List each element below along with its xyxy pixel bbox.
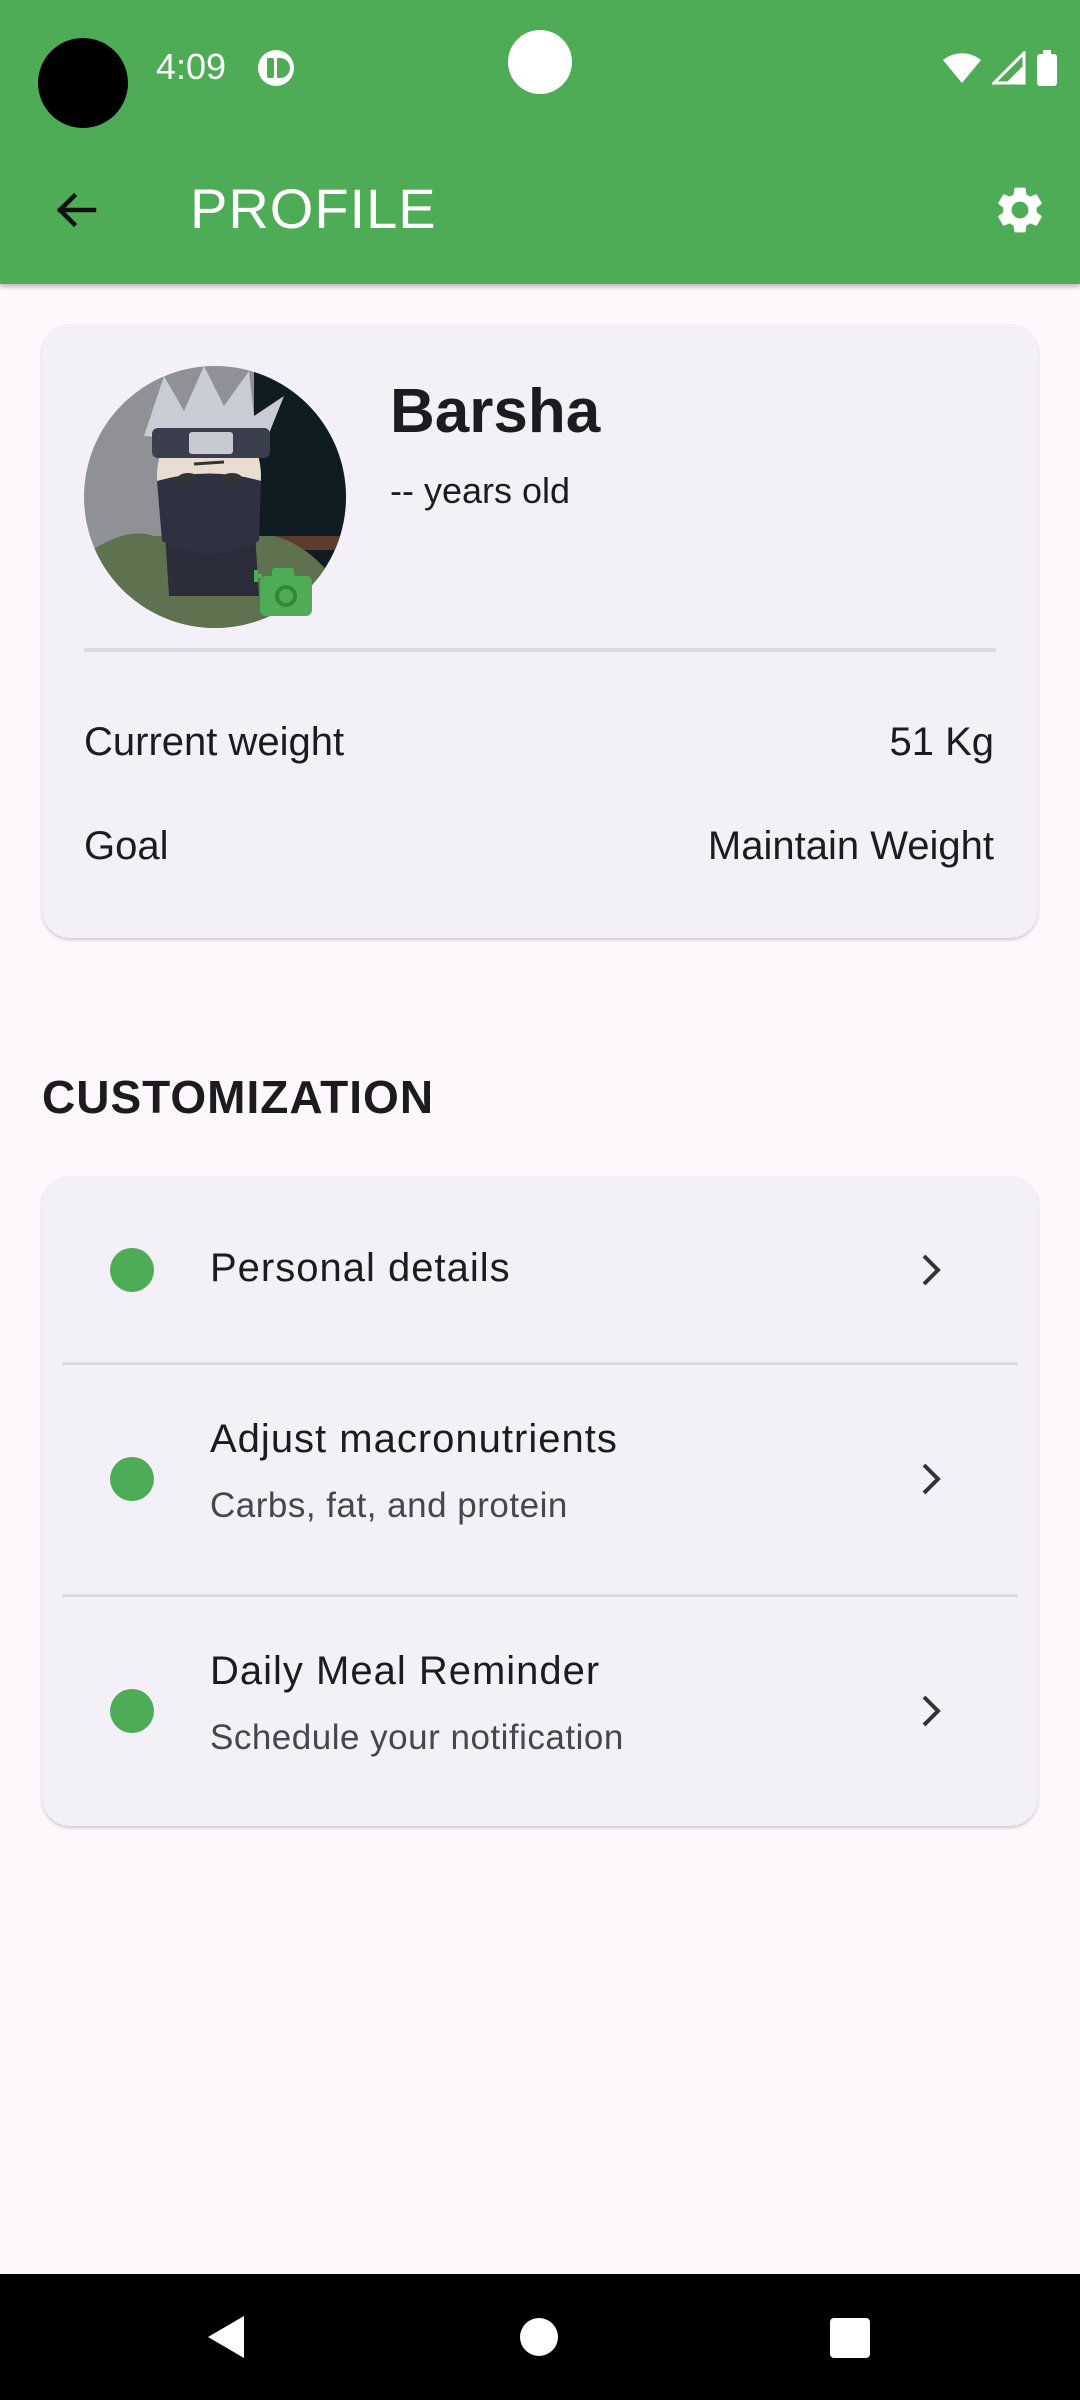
status-time: 4:09 bbox=[156, 46, 227, 87]
menu-item-adjust-macronutrients[interactable]: Adjust macronutrients Carbs, fat, and pr… bbox=[42, 1365, 1038, 1594]
divider bbox=[84, 648, 996, 652]
camera-icon[interactable] bbox=[254, 562, 314, 620]
app-bar: 4:09 PROFILE bbox=[0, 0, 1080, 284]
camera-cutout bbox=[38, 38, 128, 128]
menu-item-daily-meal-reminder[interactable]: Daily Meal Reminder Schedule your notifi… bbox=[42, 1597, 1038, 1826]
arrow-back-icon bbox=[56, 192, 97, 228]
current-weight-value: 51 Kg bbox=[889, 720, 994, 764]
menu-item-title: Adjust macronutrients bbox=[210, 1417, 618, 1461]
profile-card: Barsha -- years old Current weight 51 Kg… bbox=[42, 324, 1038, 938]
menu-item-subtitle: Schedule your notification bbox=[210, 1718, 624, 1757]
status-dot-icon bbox=[110, 1689, 154, 1733]
current-weight-label: Current weight bbox=[84, 720, 345, 764]
cellular-signal-icon bbox=[992, 51, 1026, 85]
page-title: PROFILE bbox=[190, 177, 437, 240]
chevron-right-icon bbox=[922, 1254, 941, 1286]
system-nav-bar bbox=[0, 2274, 1080, 2400]
menu-item-title: Daily Meal Reminder bbox=[210, 1649, 601, 1693]
back-button[interactable] bbox=[36, 170, 116, 250]
profile-name: Barsha bbox=[390, 377, 601, 446]
toolbar: PROFILE bbox=[0, 136, 1080, 284]
chevron-right-icon bbox=[922, 1463, 941, 1495]
gear-icon bbox=[998, 187, 1042, 233]
battery-icon bbox=[1037, 50, 1057, 86]
nav-back-icon[interactable] bbox=[204, 2314, 250, 2360]
nav-recents-icon[interactable] bbox=[830, 2318, 870, 2358]
app-notification-icon bbox=[258, 50, 294, 86]
menu-item-subtitle: Carbs, fat, and protein bbox=[210, 1486, 568, 1525]
customization-card: Personal details Adjust macronutrients C… bbox=[42, 1176, 1038, 1826]
status-dot-icon bbox=[110, 1248, 154, 1292]
status-bar: 4:09 bbox=[0, 0, 1080, 136]
status-icons bbox=[942, 48, 1058, 88]
status-dot-icon bbox=[110, 1457, 154, 1501]
profile-age: -- years old bbox=[390, 470, 571, 511]
chevron-right-icon bbox=[922, 1695, 941, 1727]
nav-home-icon[interactable] bbox=[520, 2318, 558, 2356]
wifi-icon bbox=[943, 53, 981, 83]
section-title: CUSTOMIZATION bbox=[42, 1071, 435, 1123]
status-indicator-dot bbox=[508, 30, 572, 94]
settings-button[interactable] bbox=[980, 170, 1060, 250]
goal-label: Goal bbox=[84, 824, 169, 868]
menu-item-personal-details[interactable]: Personal details bbox=[42, 1176, 1038, 1362]
menu-item-title: Personal details bbox=[210, 1246, 511, 1290]
goal-value: Maintain Weight bbox=[707, 824, 994, 868]
